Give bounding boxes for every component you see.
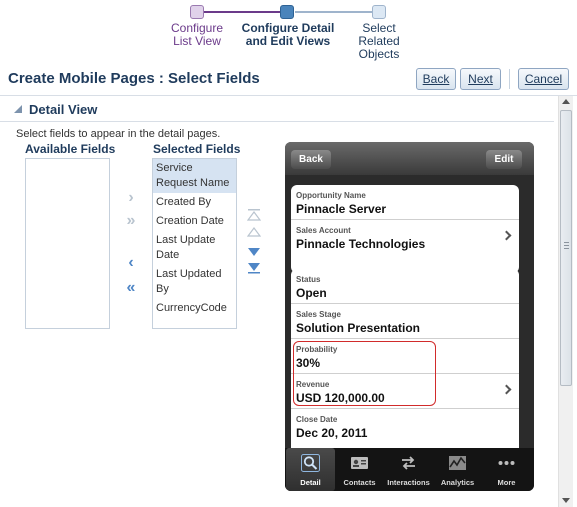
field-sales-stage: Sales Stage Solution Presentation <box>291 304 519 339</box>
train-connector <box>295 11 373 13</box>
train-step-1-marker[interactable] <box>190 5 204 19</box>
phone-card: Opportunity Name Pinnacle Server Sales A… <box>291 185 519 273</box>
field-status: Status Open <box>291 269 519 304</box>
header-divider <box>0 95 577 96</box>
vertical-scrollbar[interactable] <box>558 96 573 507</box>
move-down-icon[interactable] <box>247 246 261 258</box>
phone-tab-bar: Detail Contacts Interactions Analytics M… <box>285 448 534 491</box>
cancel-button[interactable]: Cancel <box>518 68 569 90</box>
field-label: Sales Account <box>296 226 351 235</box>
collapse-triangle-icon[interactable] <box>14 105 22 113</box>
contact-card-icon <box>351 457 368 469</box>
move-all-double-chevron-right-icon[interactable]: » <box>122 213 140 229</box>
field-label: Sales Stage <box>296 310 341 319</box>
phone-tab-analytics: Analytics <box>433 448 482 491</box>
list-item[interactable]: Creation Date <box>153 212 236 231</box>
phone-back-button: Back <box>291 150 331 169</box>
tab-label: More <box>497 478 516 487</box>
back-button-label: Back <box>422 72 450 86</box>
remove-all-double-chevron-left-icon[interactable]: « <box>122 280 140 296</box>
field-label: Status <box>296 275 321 284</box>
list-item[interactable]: CurrencyCode <box>153 299 236 318</box>
field-value: Pinnacle Technologies <box>296 237 426 251</box>
field-value: Dec 20, 2011 <box>296 426 368 440</box>
scroll-up-arrow-icon[interactable] <box>562 99 570 104</box>
mobile-preview: Back Edit Opportunity Name Pinnacle Serv… <box>285 142 534 491</box>
field-label: Close Date <box>296 415 338 424</box>
list-item[interactable]: Service Request Name <box>153 159 236 193</box>
available-fields-list[interactable] <box>25 158 110 329</box>
back-button[interactable]: Back <box>416 68 456 90</box>
list-item[interactable]: Last Updated By <box>153 265 236 299</box>
move-to-top-icon[interactable] <box>246 209 262 221</box>
tab-label: Analytics <box>440 478 475 487</box>
train-step-3-marker[interactable] <box>372 5 386 19</box>
remove-chevron-left-icon[interactable]: ‹ <box>122 255 140 271</box>
phone-tab-detail: Detail <box>286 448 335 491</box>
train-step-configure-detail: Configure Detail and Edit Views <box>241 21 335 48</box>
instructions-text: Select fields to appear in the detail pa… <box>16 128 221 140</box>
field-value: Solution Presentation <box>296 321 421 335</box>
phone-title-bar: Back Edit <box>285 142 534 175</box>
field-sales-account: Sales Account Pinnacle Technologies <box>291 220 519 255</box>
list-item[interactable]: Last Update Date <box>153 231 236 265</box>
section-divider <box>0 121 554 122</box>
field-close-date: Close Date Dec 20, 2011 <box>291 409 519 444</box>
selected-fields-header: Selected Fields <box>153 142 241 156</box>
next-button[interactable]: Next <box>460 68 501 90</box>
move-up-icon[interactable] <box>246 226 262 238</box>
field-value: Pinnacle Server <box>296 202 387 216</box>
cancel-button-label: Cancel <box>524 72 563 86</box>
field-value: Open <box>296 286 327 300</box>
train-step-configure-list-view[interactable]: Configure List View <box>162 22 232 48</box>
phone-content: Opportunity Name Pinnacle Server Sales A… <box>285 175 534 448</box>
train-step-select-related-objects[interactable]: Select Related Objects <box>350 22 408 61</box>
list-item[interactable]: Created By <box>153 193 236 212</box>
phone-tab-interactions: Interactions <box>384 448 433 491</box>
phone-tab-more: More <box>482 448 531 491</box>
train-step-2-marker <box>280 5 294 19</box>
page-title: Create Mobile Pages : Select Fields <box>8 70 260 87</box>
wizard-train: Configure List View Configure Detail and… <box>0 0 577 64</box>
phone-tab-contacts: Contacts <box>335 448 384 491</box>
section-title: Detail View <box>29 102 98 117</box>
arrows-exchange-icon <box>402 456 415 470</box>
highlight-box <box>293 341 436 406</box>
next-button-label: Next <box>468 72 493 86</box>
magnifier-icon <box>301 454 320 472</box>
scroll-grip <box>564 242 569 250</box>
detail-view-section-header[interactable]: Detail View <box>8 101 554 121</box>
selected-fields-list[interactable]: Service Request Name Created By Creation… <box>152 158 237 329</box>
field-label: Opportunity Name <box>296 191 366 200</box>
tab-label: Contacts <box>343 478 376 487</box>
train-connector <box>203 11 281 13</box>
move-to-bottom-icon[interactable] <box>247 262 261 274</box>
phone-edit-button: Edit <box>486 150 522 169</box>
scroll-thumb[interactable] <box>560 110 572 386</box>
chart-icon <box>449 456 466 470</box>
tab-label: Detail <box>300 478 321 487</box>
field-opportunity-name: Opportunity Name Pinnacle Server <box>291 185 519 220</box>
scroll-down-arrow-icon[interactable] <box>562 498 570 503</box>
tab-label: Interactions <box>387 478 430 487</box>
available-fields-header: Available Fields <box>25 142 116 156</box>
button-separator <box>509 69 510 89</box>
more-dots-icon <box>498 461 515 465</box>
move-chevron-right-icon[interactable]: › <box>122 190 140 206</box>
